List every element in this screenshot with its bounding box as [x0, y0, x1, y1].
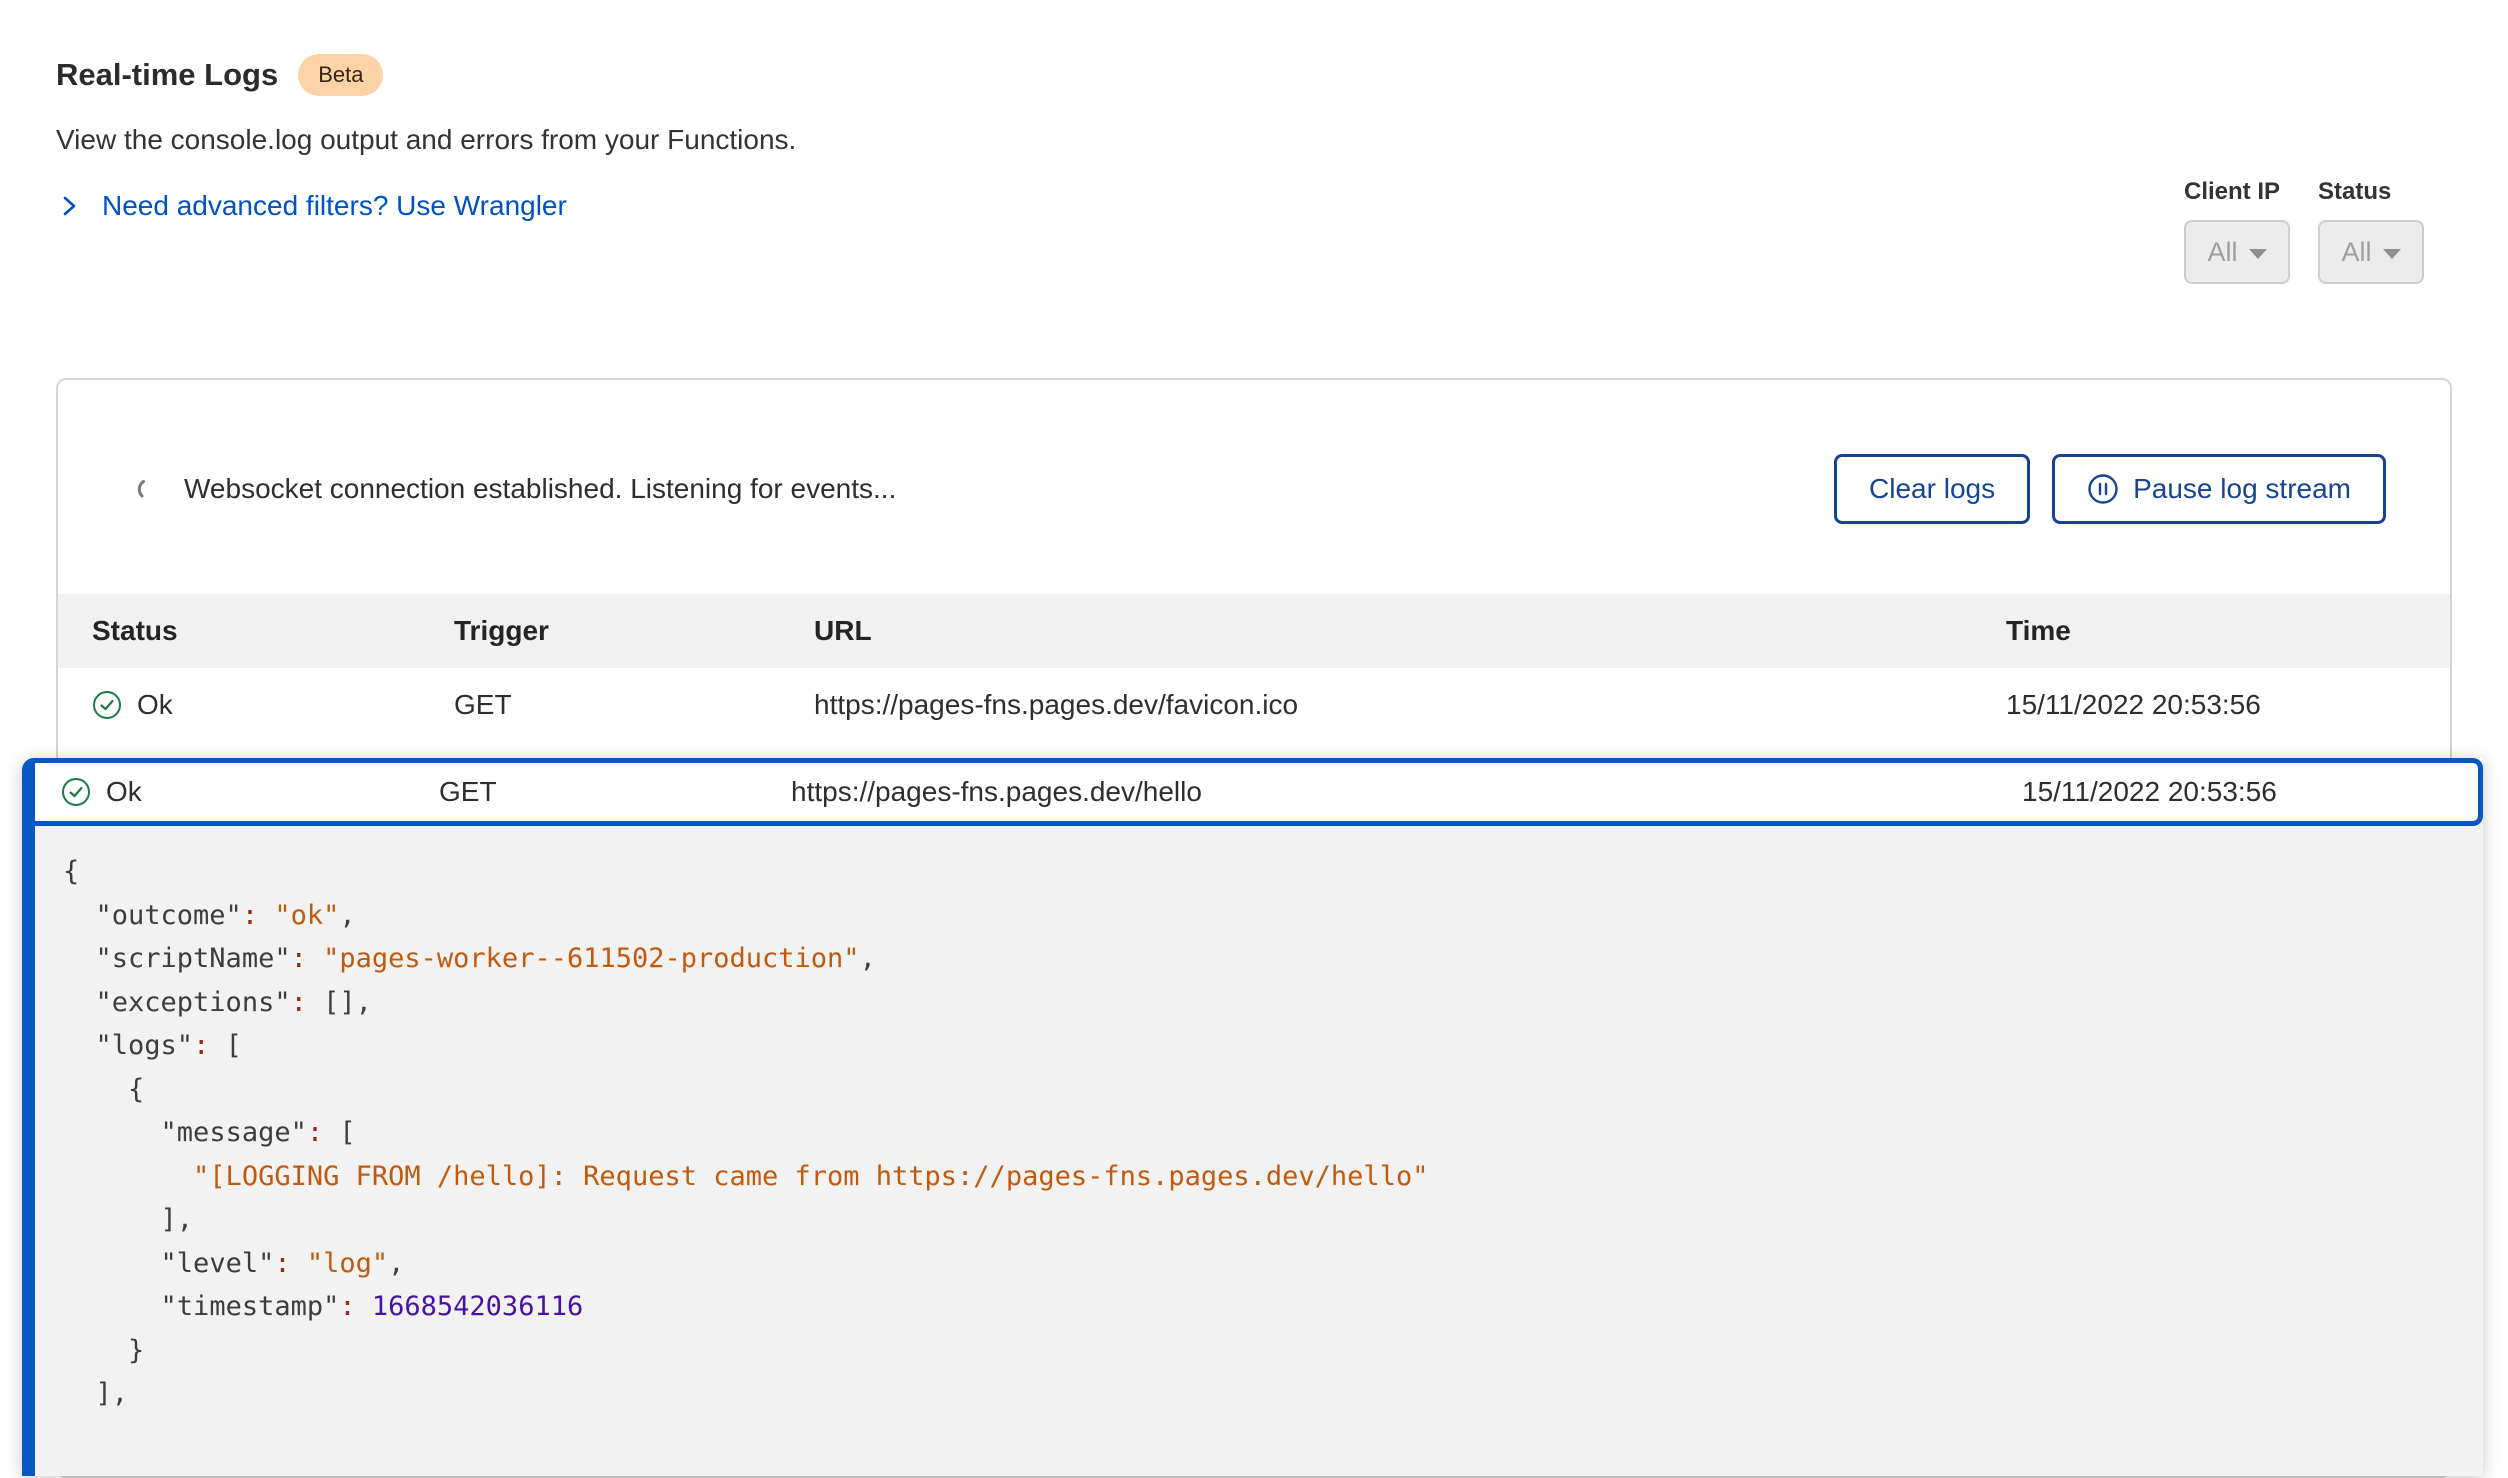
- header-status: Status: [92, 615, 454, 647]
- client-ip-dropdown[interactable]: All: [2184, 220, 2290, 284]
- header-url: URL: [814, 615, 2006, 647]
- clear-logs-button[interactable]: Clear logs: [1834, 454, 2030, 524]
- page-header: Real-time Logs Beta: [56, 54, 2452, 96]
- json-line: }: [63, 1329, 2453, 1373]
- client-ip-value: All: [2207, 237, 2237, 268]
- json-line: {: [63, 850, 2453, 894]
- table-header: Status Trigger URL Time: [58, 594, 2450, 668]
- json-line: "logs": [: [63, 1024, 2453, 1068]
- logs-toolbar: Websocket connection established. Listen…: [58, 380, 2450, 594]
- pause-circle-icon: [2087, 473, 2119, 505]
- json-line: "level": "log",: [63, 1242, 2453, 1286]
- header-trigger: Trigger: [454, 615, 814, 647]
- logs-panel: Websocket connection established. Listen…: [56, 378, 2452, 1478]
- page-description: View the console.log output and errors f…: [56, 124, 2452, 156]
- row-trigger: GET: [439, 776, 791, 808]
- row-trigger: GET: [454, 689, 814, 721]
- row-status-cell: Ok: [61, 776, 439, 808]
- pause-log-stream-label: Pause log stream: [2133, 473, 2351, 505]
- caret-down-icon: [2383, 249, 2401, 259]
- chevron-right-icon: [56, 193, 82, 219]
- json-line: "message": [: [63, 1111, 2453, 1155]
- filter-status: Status All: [2318, 178, 2424, 284]
- wrangler-link[interactable]: Need advanced filters? Use Wrangler: [56, 190, 567, 222]
- row-status: Ok: [137, 689, 173, 721]
- check-circle-icon: [61, 777, 91, 807]
- header-time: Time: [2006, 615, 2416, 647]
- json-line: "timestamp": 1668542036116: [63, 1285, 2453, 1329]
- status-dropdown[interactable]: All: [2318, 220, 2424, 284]
- spinner-icon: [136, 477, 160, 501]
- log-filters: Client IP All Status All: [2184, 178, 2424, 284]
- table-row[interactable]: Ok GET https://pages-fns.pages.dev/favic…: [58, 668, 2450, 742]
- status-value: All: [2341, 237, 2371, 268]
- row-status-cell: Ok: [92, 689, 454, 721]
- json-line: ],: [63, 1198, 2453, 1242]
- row-url: https://pages-fns.pages.dev/hello: [791, 776, 2022, 808]
- websocket-status: Websocket connection established. Listen…: [136, 473, 896, 505]
- log-json-detail: { "outcome": "ok", "scriptName": "pages-…: [35, 816, 2483, 1476]
- filter-client-ip: Client IP All: [2184, 178, 2290, 284]
- json-line: "exceptions": [],: [63, 981, 2453, 1025]
- table-row-expanded[interactable]: Ok GET https://pages-fns.pages.dev/hello…: [35, 758, 2483, 826]
- client-ip-label: Client IP: [2184, 178, 2290, 206]
- toolbar-actions: Clear logs Pause log stream: [1834, 454, 2386, 524]
- row-time: 15/11/2022 20:53:56: [2022, 776, 2452, 808]
- beta-badge: Beta: [298, 54, 383, 96]
- json-line: ],: [63, 1372, 2453, 1416]
- wrangler-link-label: Need advanced filters? Use Wrangler: [102, 190, 567, 222]
- json-line: "outcome": "ok",: [63, 894, 2453, 938]
- pause-log-stream-button[interactable]: Pause log stream: [2052, 454, 2386, 524]
- check-circle-icon: [92, 690, 122, 720]
- row-url: https://pages-fns.pages.dev/favicon.ico: [814, 689, 2006, 721]
- websocket-status-text: Websocket connection established. Listen…: [184, 473, 896, 505]
- page-title: Real-time Logs: [56, 57, 278, 93]
- json-line: "[LOGGING FROM /hello]: Request came fro…: [63, 1155, 2453, 1199]
- json-line: "scriptName": "pages-worker--611502-prod…: [63, 937, 2453, 981]
- clear-logs-label: Clear logs: [1869, 473, 1995, 505]
- json-line: {: [63, 1068, 2453, 1112]
- expanded-log-entry: Ok GET https://pages-fns.pages.dev/hello…: [22, 758, 2483, 1476]
- caret-down-icon: [2249, 249, 2267, 259]
- status-label: Status: [2318, 178, 2424, 206]
- row-time: 15/11/2022 20:53:56: [2006, 689, 2416, 721]
- row-status: Ok: [106, 776, 142, 808]
